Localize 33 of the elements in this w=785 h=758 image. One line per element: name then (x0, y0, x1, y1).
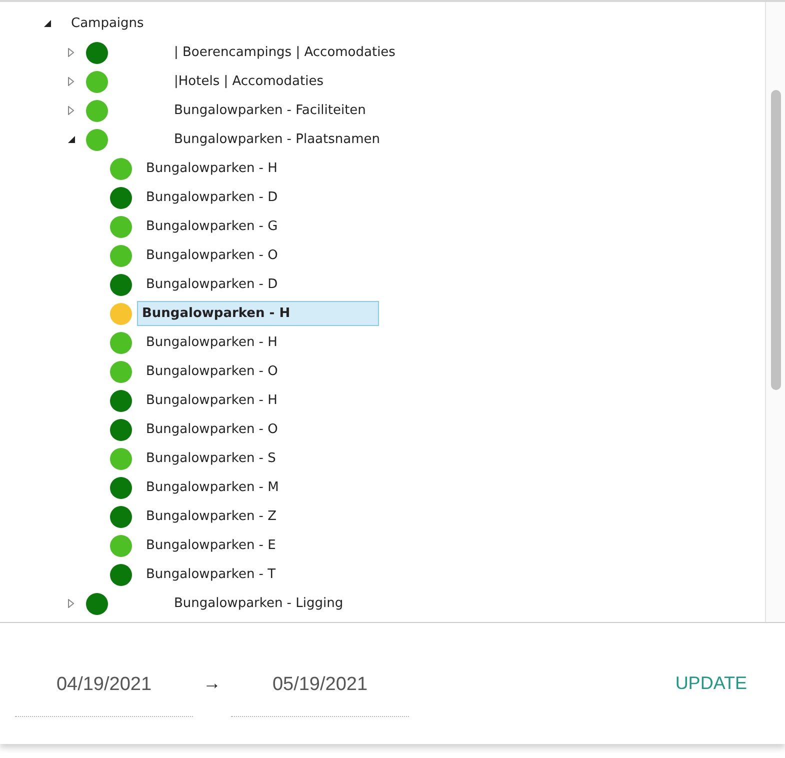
tree-item[interactable]: Bungalowparken - S (141, 446, 281, 471)
expand-triangle-icon[interactable] (68, 77, 74, 86)
tree-item[interactable]: |Hotels | Accomodaties (169, 69, 328, 94)
tree-item[interactable]: Bungalowparken - E (141, 533, 281, 558)
tree-item[interactable]: Bungalowparken - Plaatsnamen (169, 127, 385, 152)
expand-triangle-icon[interactable] (68, 106, 74, 115)
tree-item[interactable]: Bungalowparken - O (141, 243, 283, 268)
tree-item[interactable]: Bungalowparken - H (137, 301, 379, 326)
start-date-field[interactable]: 04/19/2021 (15, 658, 193, 717)
collapse-triangle-icon[interactable] (68, 136, 75, 143)
tree-item[interactable]: Bungalowparken - D (141, 272, 283, 297)
tree-item[interactable]: Bungalowparken - Ligging (169, 591, 348, 616)
tree-item[interactable]: Bungalowparken - Faciliteiten (169, 98, 371, 123)
scrollbar[interactable] (765, 2, 785, 622)
end-date-field[interactable]: 05/19/2021 (231, 658, 409, 717)
tree-item[interactable]: | Boerencampings | Accomodaties (169, 40, 400, 65)
update-button[interactable]: UPDATE (675, 667, 747, 700)
tree-item[interactable]: Bungalowparken - O (141, 359, 283, 384)
tree-item[interactable]: Bungalowparken - H (141, 388, 282, 413)
tree-item[interactable]: Bungalowparken - M (141, 475, 284, 500)
scrollbar-thumb[interactable] (770, 90, 780, 390)
tree-item[interactable]: Bungalowparken - G (141, 214, 283, 239)
expand-triangle-icon[interactable] (68, 599, 74, 608)
tree-item[interactable]: Campaigns (66, 11, 149, 36)
tree-item[interactable]: Bungalowparken - Z (141, 504, 282, 529)
arrow-separator: → (202, 673, 222, 694)
tree-item[interactable]: Bungalowparken - D (141, 185, 283, 210)
tree-item[interactable]: Bungalowparken - H (141, 156, 282, 181)
collapse-triangle-icon[interactable] (44, 20, 51, 27)
tree-item[interactable]: Bungalowparken - T (141, 562, 281, 587)
tree-item[interactable]: Bungalowparken - O (141, 417, 283, 442)
expand-triangle-icon[interactable] (68, 48, 74, 57)
tree-item[interactable]: Bungalowparken - H (141, 330, 282, 355)
